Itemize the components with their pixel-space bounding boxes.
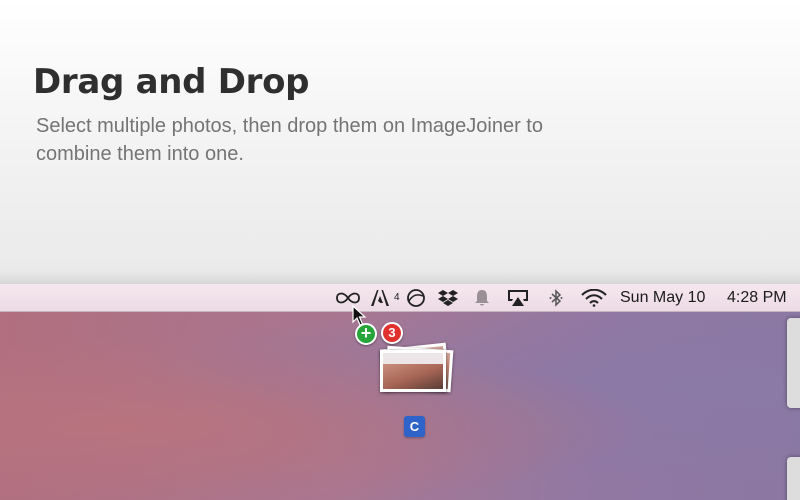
notification-bell-icon[interactable] (472, 288, 492, 308)
app-c-icon[interactable]: C (404, 416, 425, 437)
cursor-arrow-icon (352, 305, 367, 326)
photo-thumbnail (380, 350, 446, 392)
airplay-icon[interactable] (506, 288, 530, 308)
adobe-sub-label: 4 (394, 292, 400, 303)
menubar-date[interactable]: Sun May 10 (620, 289, 705, 307)
desktop-window-edge[interactable] (787, 457, 800, 500)
adobe-icon[interactable] (369, 288, 391, 308)
dragged-photos[interactable] (376, 342, 456, 394)
dropbox-icon[interactable] (437, 288, 459, 308)
page-subtitle: Select multiple photos, then drop them o… (36, 115, 543, 165)
menubar-time[interactable]: 4:28 PM (727, 289, 787, 307)
drag-count-badge: 3 (381, 322, 403, 344)
desktop-window-edge[interactable] (787, 318, 800, 408)
page-title: Drag and Drop (33, 62, 310, 102)
menu-bar: 4 Sun May 10 4:28 PM (0, 284, 800, 312)
activity-icon[interactable] (405, 288, 427, 308)
intro-header: Drag and Drop Select multiple photos, th… (0, 0, 800, 284)
wifi-icon[interactable] (580, 288, 608, 308)
bluetooth-icon[interactable] (546, 288, 566, 308)
